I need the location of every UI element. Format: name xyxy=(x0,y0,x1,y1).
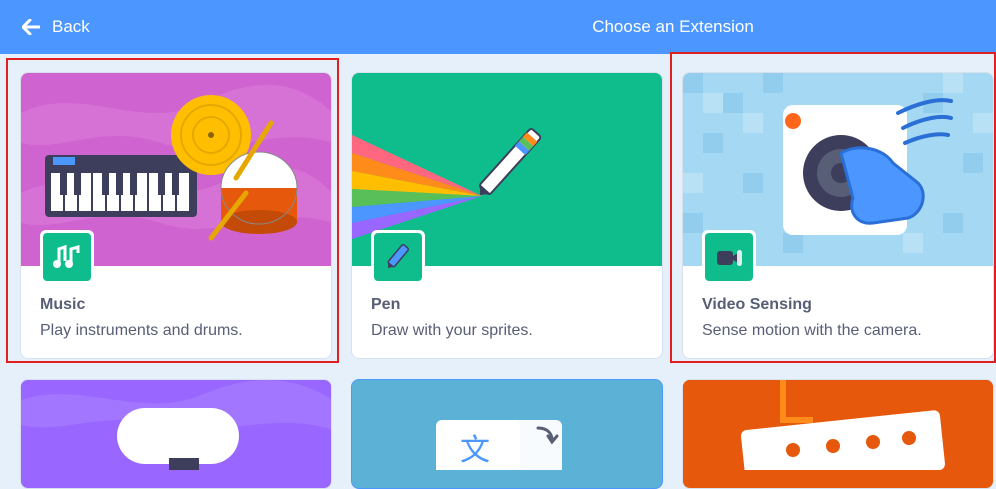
music-badge xyxy=(40,230,94,284)
video-camera-icon xyxy=(717,250,742,266)
header-bar: Back Choose an Extension xyxy=(0,0,996,54)
extension-card-text-to-speech[interactable] xyxy=(20,379,332,489)
pen-badge xyxy=(371,230,425,284)
svg-text:文: 文 xyxy=(460,433,490,468)
page-title: Choose an Extension xyxy=(592,17,754,36)
extension-name: Pen xyxy=(371,296,401,313)
extension-description: Play instruments and drums. xyxy=(40,322,243,339)
pen-icon xyxy=(387,244,409,268)
extension-card-pen[interactable]: Pen Draw with your sprites. xyxy=(351,72,663,359)
music-note-icon xyxy=(53,244,80,268)
video-sensing-badge xyxy=(702,230,756,284)
extension-card-video-sensing[interactable]: Video Sensing Sense motion with the came… xyxy=(682,72,994,359)
extension-description: Sense motion with the camera. xyxy=(702,322,922,339)
extension-name: Video Sensing xyxy=(702,296,812,313)
extension-description: Draw with your sprites. xyxy=(371,322,533,339)
extension-card-music[interactable]: Music Play instruments and drums. xyxy=(20,72,332,359)
extension-name: Music xyxy=(40,296,86,313)
extension-card-translate[interactable]: 文 xyxy=(351,379,663,489)
extension-card-makey-makey[interactable] xyxy=(682,379,994,489)
